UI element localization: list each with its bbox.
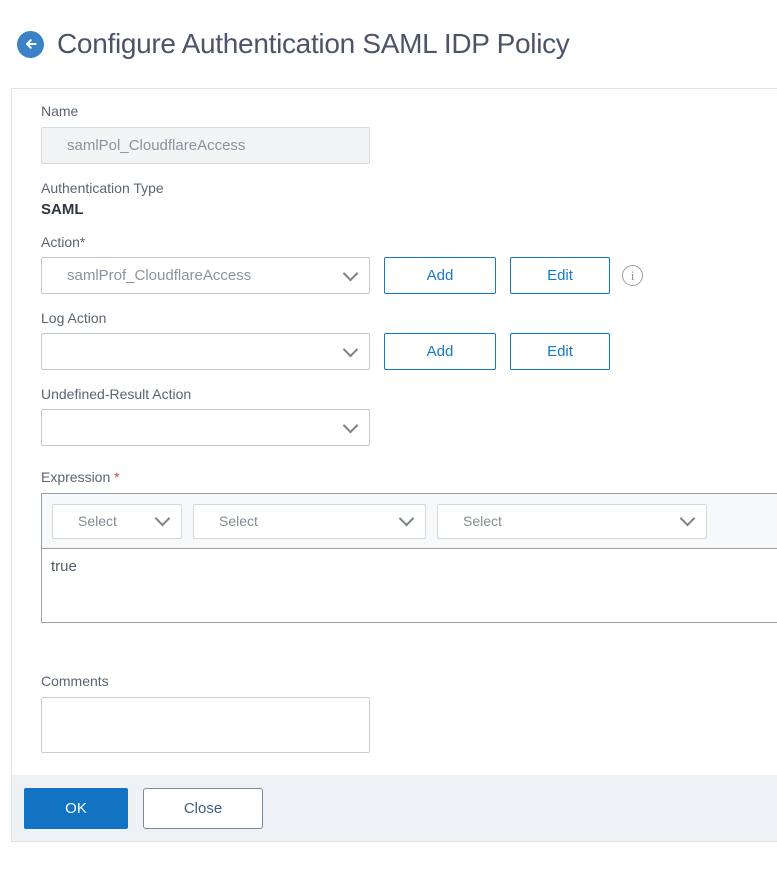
undefined-result-action-label: Undefined-Result Action [41,386,192,402]
expression-select-2[interactable]: Select [193,503,426,539]
required-asterisk: * [114,469,120,485]
chevron-down-icon [342,265,359,281]
form-panel: Name Authentication Type SAML Action* sa… [11,88,777,842]
ok-button[interactable]: OK [24,787,128,829]
name-input [41,127,370,164]
log-action-label: Log Action [41,310,107,326]
action-select-value: samlProf_CloudflareAccess [67,267,252,284]
log-action-edit-button[interactable]: Edit [510,333,610,370]
authentication-type-value: SAML [41,201,84,218]
expression-toolbar: Select Select Select [42,494,777,549]
expression-select-1[interactable]: Select [52,503,182,539]
undefined-result-action-select[interactable] [41,409,370,446]
log-action-add-button[interactable]: Add [384,333,496,370]
expression-label: Expression * [41,469,120,485]
name-label: Name [41,103,79,119]
chevron-down-icon [342,341,359,357]
action-add-button[interactable]: Add [384,257,496,294]
chevron-down-icon [342,417,359,433]
page-title: Configure Authentication SAML IDP Policy [57,28,570,59]
page-header: Configure Authentication SAML IDP Policy [0,0,777,88]
action-edit-button[interactable]: Edit [510,257,610,294]
close-button[interactable]: Close [143,787,263,829]
footer-bar: OK Close [12,775,777,841]
expression-select-3[interactable]: Select [437,503,707,539]
action-select[interactable]: samlProf_CloudflareAccess [41,257,370,294]
expression-editor: Select Select Select true [41,493,777,623]
arrow-left-icon [23,36,39,52]
expression-input[interactable]: true [42,549,777,622]
chevron-down-icon [679,510,696,527]
chevron-down-icon [154,510,171,527]
comments-label: Comments [41,673,109,689]
action-label: Action* [41,234,86,250]
log-action-select[interactable] [41,333,370,370]
back-button[interactable] [17,30,44,58]
comments-input[interactable] [41,697,370,753]
chevron-down-icon [398,510,415,527]
authentication-type-label: Authentication Type [41,180,164,196]
info-icon[interactable]: i [622,265,643,286]
